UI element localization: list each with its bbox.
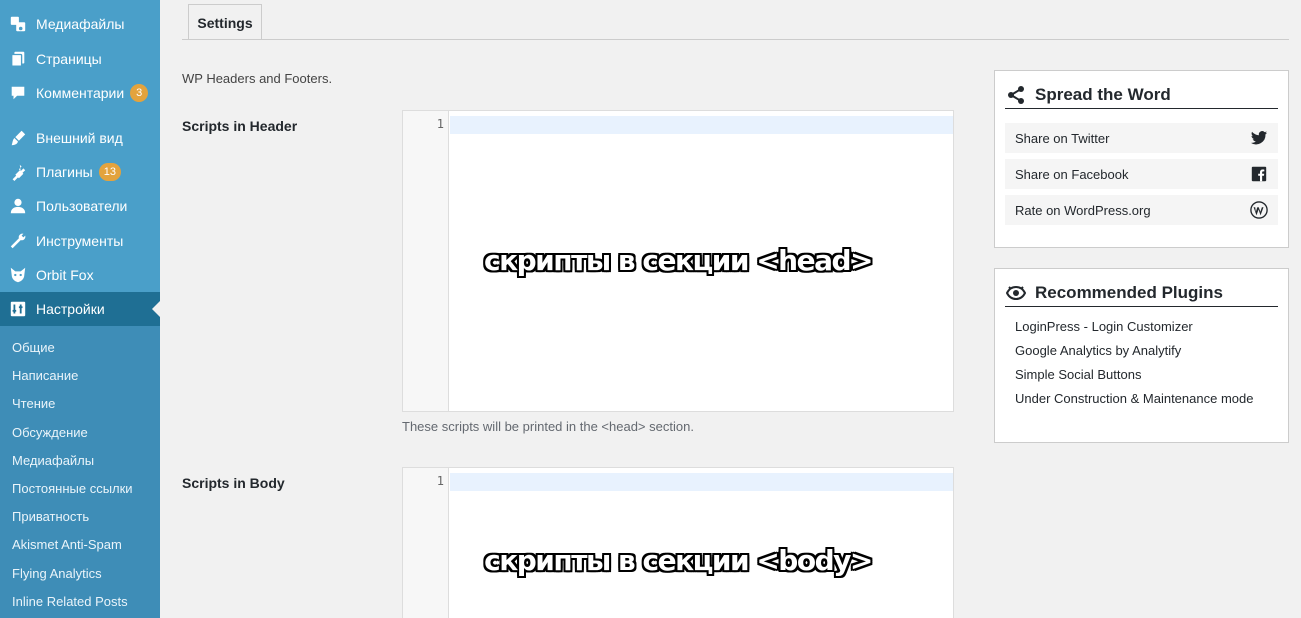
head-overlay-caption: скрипты в секции <head> xyxy=(484,244,874,277)
rate-wordpress-link[interactable]: Rate on WordPress.org xyxy=(1005,195,1278,225)
menu-item-label: Медиафайлы xyxy=(36,16,125,32)
scripts-body-label: Scripts in Body xyxy=(182,475,285,491)
page-description: WP Headers and Footers. xyxy=(182,71,333,86)
submenu-item-permalinks[interactable]: Постоянные ссылки xyxy=(12,481,133,496)
eye-icon xyxy=(1005,282,1027,304)
current-menu-arrow xyxy=(152,301,160,317)
wordpress-icon xyxy=(1250,201,1268,219)
submenu-item-akismet[interactable]: Akismet Anti-Spam xyxy=(12,537,122,552)
widget-title: Spread the Word xyxy=(1005,81,1278,109)
settings-submenu: Общие Написание Чтение Обсуждение Медиаф… xyxy=(0,326,160,618)
share-icon xyxy=(1005,84,1027,106)
comments-icon xyxy=(8,83,28,103)
line-number: 1 xyxy=(436,474,444,488)
menu-item-label: Пользователи xyxy=(36,198,128,214)
menu-item-label: Страницы xyxy=(36,51,102,67)
scripts-header-editor[interactable]: 1 скрипты в секции <head> xyxy=(402,110,954,412)
plugin-link-analytify[interactable]: Google Analytics by Analytify xyxy=(1015,344,1268,358)
twitter-icon xyxy=(1250,131,1268,145)
settings-icon xyxy=(8,299,28,319)
share-facebook-link[interactable]: Share on Facebook xyxy=(1005,159,1278,189)
plugins-icon xyxy=(8,162,28,182)
widget-title: Recommended Plugins xyxy=(1005,279,1278,307)
facebook-icon xyxy=(1251,166,1267,182)
tab-divider xyxy=(182,39,1289,40)
menu-item-settings[interactable]: Настройки xyxy=(0,292,160,326)
menu-item-appearance[interactable]: Внешний вид xyxy=(0,121,160,155)
menu-item-comments[interactable]: Комментарии 3 xyxy=(0,76,160,110)
pages-icon xyxy=(8,49,28,69)
plugin-link-simple-social-buttons[interactable]: Simple Social Buttons xyxy=(1015,368,1268,382)
fox-icon xyxy=(8,265,28,285)
submenu-item-writing[interactable]: Написание xyxy=(12,368,78,383)
submenu-item-privacy[interactable]: Приватность xyxy=(12,509,89,524)
submenu-item-flying-analytics[interactable]: Flying Analytics xyxy=(12,566,102,581)
submenu-item-inline-related-posts[interactable]: Inline Related Posts xyxy=(12,594,128,609)
tools-icon xyxy=(8,231,28,251)
scripts-header-label: Scripts in Header xyxy=(182,118,298,134)
submenu-item-discussion[interactable]: Обсуждение xyxy=(12,425,88,440)
menu-item-label: Настройки xyxy=(36,301,105,317)
active-line xyxy=(450,116,953,134)
spread-the-word-widget: Spread the Word Share on Twitter Share o… xyxy=(994,70,1289,248)
plugin-link-under-construction[interactable]: Under Construction & Maintenance mode xyxy=(1015,392,1268,406)
menu-item-label: Плагины xyxy=(36,164,93,180)
scripts-body-editor[interactable]: 1 скрипты в секции <body> xyxy=(402,467,954,618)
share-twitter-link[interactable]: Share on Twitter xyxy=(1005,123,1278,153)
line-number: 1 xyxy=(436,117,444,131)
scripts-header-help: These scripts will be printed in the <he… xyxy=(402,419,694,434)
submenu-item-media[interactable]: Медиафайлы xyxy=(12,453,94,468)
editor-gutter: 1 xyxy=(403,468,449,618)
submenu-item-reading[interactable]: Чтение xyxy=(12,396,55,411)
media-icon xyxy=(8,14,28,34)
menu-item-media[interactable]: Медиафайлы xyxy=(0,7,160,41)
menu-item-pages[interactable]: Страницы xyxy=(0,42,160,76)
admin-sidebar: Медиафайлы Страницы Комментарии 3 Внешни… xyxy=(0,0,160,618)
menu-item-label: Внешний вид xyxy=(36,130,123,146)
menu-item-users[interactable]: Пользователи xyxy=(0,189,160,223)
menu-item-tools[interactable]: Инструменты xyxy=(0,224,160,258)
comments-count-badge: 3 xyxy=(130,84,149,102)
submenu-item-general[interactable]: Общие xyxy=(12,340,55,355)
users-icon xyxy=(8,196,28,216)
active-line xyxy=(450,473,953,491)
tab-settings[interactable]: Settings xyxy=(188,4,262,40)
plugins-count-badge: 13 xyxy=(98,163,121,181)
menu-item-label: Комментарии xyxy=(36,85,125,101)
appearance-icon xyxy=(8,128,28,148)
menu-item-orbit-fox[interactable]: Orbit Fox xyxy=(0,258,160,292)
menu-item-plugins[interactable]: Плагины 13 xyxy=(0,155,160,189)
menu-item-label: Orbit Fox xyxy=(36,267,94,283)
menu-item-label: Инструменты xyxy=(36,233,124,249)
recommended-plugins-widget: Recommended Plugins LoginPress - Login C… xyxy=(994,268,1289,443)
plugin-link-loginpress[interactable]: LoginPress - Login Customizer xyxy=(1015,320,1268,334)
body-overlay-caption: скрипты в секции <body> xyxy=(484,544,873,577)
